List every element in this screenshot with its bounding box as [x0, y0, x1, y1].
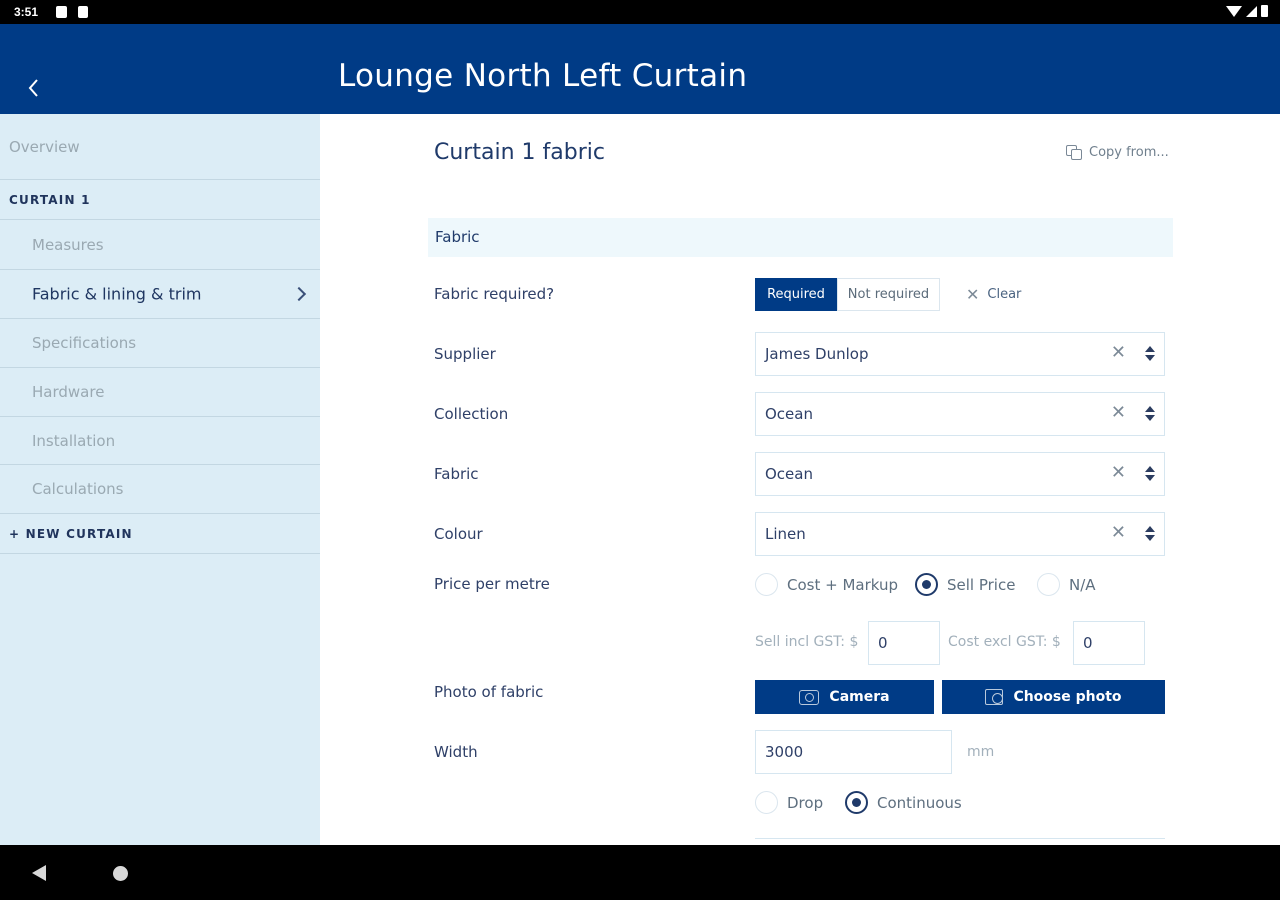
radio-circle-selected: [915, 573, 938, 596]
sell-incl-gst-input[interactable]: 0: [868, 621, 940, 665]
status-time: 3:51: [14, 5, 39, 19]
signal-icon: [1246, 5, 1257, 17]
gallery-icon: [985, 689, 1004, 705]
sidebar-item-fabric-lining-trim[interactable]: Fabric & lining & trim: [0, 270, 320, 319]
sidebar-item-calculations[interactable]: Calculations: [0, 465, 320, 514]
clear-button[interactable]: ✕ Clear: [966, 285, 1021, 304]
camera-button-label: Camera: [829, 689, 890, 705]
page-title: Lounge North Left Curtain: [338, 58, 748, 94]
sidebar-item-label: Hardware: [32, 383, 105, 401]
sort-arrows-icon: [1144, 404, 1156, 424]
photo-of-fabric-label: Photo of fabric: [434, 683, 544, 701]
sidebar-section-label: CURTAIN 1: [9, 192, 91, 207]
sidebar-new-curtain[interactable]: + NEW CURTAIN: [0, 514, 320, 554]
section-header-label: Fabric: [435, 228, 480, 246]
radio-label: Continuous: [877, 793, 962, 812]
sidebar-item-specifications[interactable]: Specifications: [0, 319, 320, 368]
radio-label: Cost + Markup: [787, 575, 899, 594]
sort-arrows-icon: [1144, 524, 1156, 544]
cost-excl-gst-label: Cost excl GST: $: [948, 634, 1061, 650]
app-bar: Lounge North Left Curtain: [0, 24, 1280, 114]
fabric-required-toggle: Required Not required: [755, 278, 940, 311]
sell-incl-gst-label: Sell incl GST: $: [755, 634, 859, 650]
main-content: Curtain 1 fabric Copy from... Fabric Fab…: [320, 114, 1280, 845]
collection-select[interactable]: Ocean ✕: [755, 392, 1165, 436]
back-arrow-icon[interactable]: [20, 74, 48, 102]
system-nav-bar: [0, 845, 1280, 900]
battery-icon: [1261, 5, 1268, 17]
fabric-required-label: Fabric required?: [434, 285, 555, 303]
radio-continuous[interactable]: Continuous: [845, 791, 962, 814]
price-per-metre-label: Price per metre: [434, 575, 550, 593]
radio-circle-selected: [845, 791, 868, 814]
radio-circle: [755, 573, 778, 596]
camera-button[interactable]: Camera: [755, 680, 934, 714]
supplier-value: James Dunlop: [765, 345, 869, 363]
radio-na[interactable]: N/A: [1037, 573, 1096, 596]
wifi-icon: [1226, 5, 1242, 17]
choose-photo-label: Choose photo: [1013, 689, 1122, 705]
status-indicators: [1226, 5, 1268, 17]
sd-card-icon: [78, 6, 88, 18]
choose-photo-button[interactable]: Choose photo: [942, 680, 1165, 714]
width-input[interactable]: 3000: [755, 730, 952, 774]
sidebar-section-curtain-1[interactable]: CURTAIN 1: [0, 180, 320, 220]
radio-sell-price[interactable]: Sell Price: [915, 573, 1015, 596]
colour-label: Colour: [434, 525, 483, 543]
sort-arrows-icon: [1144, 344, 1156, 364]
collection-value: Ocean: [765, 405, 813, 423]
sidebar-new-curtain-label: + NEW CURTAIN: [9, 526, 133, 541]
camera-icon: [799, 689, 820, 705]
radio-drop[interactable]: Drop: [755, 791, 823, 814]
sidebar-item-measures[interactable]: Measures: [0, 220, 320, 270]
cost-excl-gst-input[interactable]: 0: [1073, 621, 1145, 665]
clear-icon[interactable]: ✕: [1111, 402, 1126, 423]
width-label: Width: [434, 743, 478, 761]
next-field-edge: [755, 838, 1165, 845]
radio-cost-markup[interactable]: Cost + Markup: [755, 573, 898, 596]
clear-icon[interactable]: ✕: [1111, 522, 1126, 543]
clear-label: Clear: [987, 287, 1022, 302]
sidebar-item-hardware[interactable]: Hardware: [0, 368, 320, 417]
sidebar-item-installation[interactable]: Installation: [0, 417, 320, 465]
section-page-title: Curtain 1 fabric: [434, 140, 605, 165]
status-bar: 3:51: [0, 0, 1280, 24]
copy-from-label: Copy from...: [1089, 145, 1169, 160]
fabric-value: Ocean: [765, 465, 813, 483]
colour-value: Linen: [765, 525, 806, 543]
sidebar-item-label: Specifications: [32, 334, 137, 352]
chevron-right-icon: [291, 286, 307, 302]
radio-label: Sell Price: [947, 575, 1016, 594]
notification-icon: [56, 6, 67, 18]
clear-icon[interactable]: ✕: [1111, 342, 1126, 363]
nav-back-icon[interactable]: [32, 865, 46, 881]
sidebar-item-label: Installation: [32, 431, 116, 450]
sidebar-item-label: Fabric & lining & trim: [32, 284, 202, 304]
sort-arrows-icon: [1144, 464, 1156, 484]
not-required-option[interactable]: Not required: [837, 278, 940, 311]
required-option[interactable]: Required: [755, 278, 837, 311]
nav-home-icon[interactable]: [113, 866, 128, 881]
sidebar-item-label: Calculations: [32, 480, 124, 498]
radio-label: Drop: [787, 793, 824, 812]
radio-label: N/A: [1069, 575, 1096, 594]
clear-icon[interactable]: ✕: [1111, 462, 1126, 483]
supplier-select[interactable]: James Dunlop ✕: [755, 332, 1165, 376]
sidebar-item-label: Overview: [9, 137, 80, 156]
copy-icon: [1066, 145, 1083, 160]
width-unit: mm: [967, 744, 995, 760]
collection-label: Collection: [434, 405, 509, 423]
sidebar: Overview CURTAIN 1 Measures Fabric & lin…: [0, 114, 320, 845]
copy-from-button[interactable]: Copy from...: [1066, 145, 1169, 160]
close-icon: ✕: [966, 285, 980, 304]
colour-select[interactable]: Linen ✕: [755, 512, 1165, 556]
fabric-select[interactable]: Ocean ✕: [755, 452, 1165, 496]
radio-circle: [1037, 573, 1060, 596]
fabric-label: Fabric: [434, 465, 479, 483]
radio-circle: [755, 791, 778, 814]
supplier-label: Supplier: [434, 345, 496, 363]
sidebar-item-overview[interactable]: Overview: [0, 114, 320, 180]
section-header-fabric: Fabric: [428, 218, 1173, 257]
sidebar-item-label: Measures: [32, 235, 104, 254]
